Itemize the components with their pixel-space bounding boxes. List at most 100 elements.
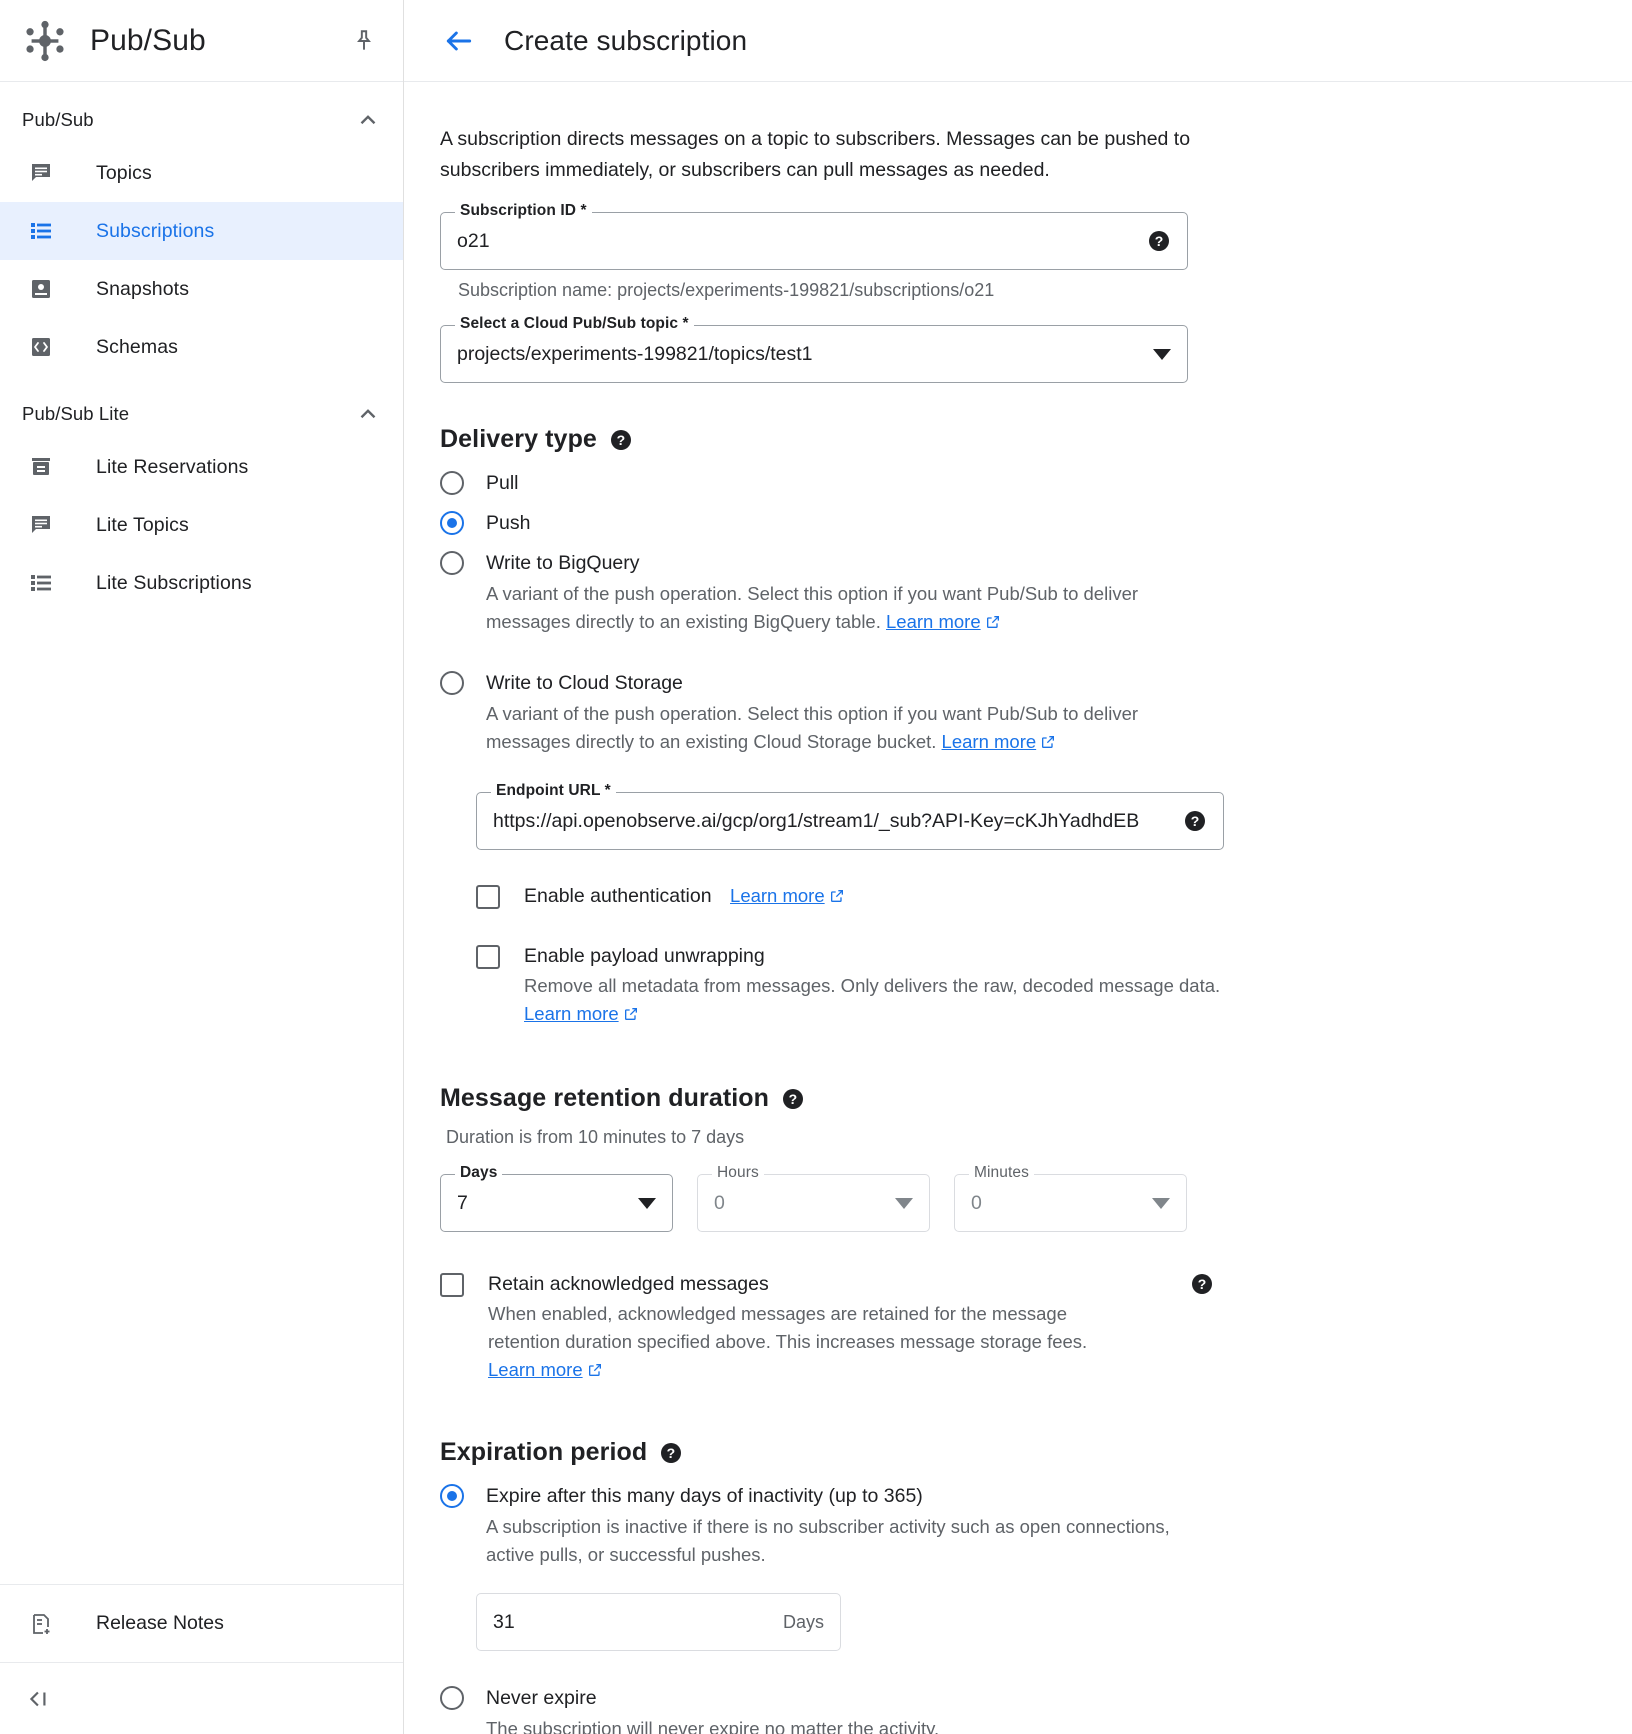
radio-write-to-bigquery[interactable] — [440, 551, 464, 575]
sidebar-item-label: Topics — [96, 162, 152, 185]
topic-select-field[interactable]: Select a Cloud Pub/Sub topic * projects/… — [440, 325, 1188, 383]
chevron-down-icon[interactable] — [1152, 1198, 1170, 1209]
delivery-option-label: Push — [486, 512, 530, 534]
svg-text:?: ? — [1198, 1276, 1207, 1292]
delivery-option-pull[interactable]: Pull — [440, 468, 1632, 498]
delivery-option-desc: A variant of the push operation. Select … — [486, 700, 1196, 758]
back-arrow-icon[interactable] — [440, 22, 478, 60]
retention-minutes-label: Minutes — [969, 1164, 1034, 1182]
checkbox-enable-authentication[interactable] — [476, 885, 500, 909]
checkbox-retain-acknowledged-messages[interactable] — [440, 1273, 464, 1297]
retention-minutes-value[interactable]: 0 — [971, 1192, 1144, 1215]
radio-push[interactable] — [440, 511, 464, 535]
retain-acknowledged-label: Retain acknowledged messages — [488, 1270, 1128, 1298]
delivery-option-bigquery[interactable]: Write to BigQuery A variant of the push … — [440, 548, 1632, 638]
expiration-period-title: Expiration period — [440, 1438, 647, 1467]
page-content: A subscription directs messages on a top… — [404, 82, 1632, 1734]
expiration-days-field[interactable]: 31 Days — [476, 1593, 841, 1651]
endpoint-url-field[interactable]: Endpoint URL * https://api.openobserve.a… — [476, 792, 1224, 850]
sidebar-item-lite-subscriptions[interactable]: Lite Subscriptions — [0, 554, 403, 612]
release-notes-label: Release Notes — [96, 1612, 224, 1635]
release-notes-icon — [28, 1611, 54, 1637]
page-title: Create subscription — [504, 25, 747, 57]
expiration-option-never[interactable]: Never expire The subscription will never… — [440, 1683, 1632, 1734]
subscription-id-input[interactable]: o21 — [457, 230, 1137, 253]
svg-text:?: ? — [789, 1091, 798, 1107]
retention-days-value[interactable]: 7 — [457, 1192, 630, 1215]
learn-more-link[interactable]: Learn more — [886, 611, 981, 632]
subscription-id-field[interactable]: Subscription ID * o21 ? — [440, 212, 1188, 270]
chevron-down-icon[interactable] — [638, 1198, 656, 1209]
chevron-down-icon[interactable] — [895, 1198, 913, 1209]
retention-duration-fields: Days 7 Hours 0 Minutes 0 — [440, 1174, 1632, 1232]
expiration-days-input[interactable]: 31 — [493, 1611, 783, 1634]
sidebar-product-title: Pub/Sub — [90, 24, 347, 58]
enable-authentication-row[interactable]: Enable authentication Learn more — [476, 882, 1632, 910]
topics-icon — [28, 160, 54, 186]
delivery-option-cloud-storage[interactable]: Write to Cloud Storage A variant of the … — [440, 668, 1632, 758]
help-icon[interactable]: ? — [1190, 1272, 1214, 1296]
lite-reservations-icon — [28, 454, 54, 480]
help-icon[interactable]: ? — [1183, 809, 1207, 833]
retain-acknowledged-row[interactable]: Retain acknowledged messages When enable… — [440, 1270, 1240, 1386]
delivery-type-heading: Delivery type ? — [440, 425, 1632, 454]
retention-days-field[interactable]: Days 7 — [440, 1174, 673, 1232]
enable-payload-unwrapping-label: Enable payload unwrapping — [524, 942, 1220, 970]
desc-text: When enabled, acknowledged messages are … — [488, 1303, 1087, 1352]
external-link-icon — [623, 1002, 639, 1030]
checkbox-enable-payload-unwrapping[interactable] — [476, 945, 500, 969]
pin-icon[interactable] — [347, 24, 381, 58]
expiration-option-expire[interactable]: Expire after this many days of inactivit… — [440, 1481, 1632, 1569]
topic-select-value[interactable]: projects/experiments-199821/topics/test1 — [457, 343, 1145, 366]
sidebar-item-label: Lite Subscriptions — [96, 572, 252, 595]
sidebar-item-subscriptions[interactable]: Subscriptions — [0, 202, 403, 260]
help-icon[interactable]: ? — [609, 428, 633, 452]
retention-hours-field[interactable]: Hours 0 — [697, 1174, 930, 1232]
sidebar-group-pubsub[interactable]: Pub/Sub — [0, 96, 403, 144]
chevron-down-icon[interactable] — [1153, 349, 1171, 360]
sidebar-item-label: Lite Topics — [96, 514, 189, 537]
retention-minutes-field[interactable]: Minutes 0 — [954, 1174, 1187, 1232]
delivery-option-push[interactable]: Push — [440, 508, 1632, 538]
sidebar-item-lite-reservations[interactable]: Lite Reservations — [0, 438, 403, 496]
help-icon[interactable]: ? — [659, 1441, 683, 1465]
expiration-option-desc: A subscription is inactive if there is n… — [486, 1513, 1196, 1569]
learn-more-link[interactable]: Learn more — [942, 731, 1037, 752]
desc-text: A variant of the push operation. Select … — [486, 583, 1138, 632]
app-root: Pub/Sub Pub/Sub Topics — [0, 0, 1632, 1734]
svg-text:?: ? — [1155, 233, 1164, 249]
help-icon[interactable]: ? — [781, 1087, 805, 1111]
sidebar-group-pubsub-lite[interactable]: Pub/Sub Lite — [0, 390, 403, 438]
collapse-sidebar-button[interactable] — [0, 1662, 403, 1734]
help-icon[interactable]: ? — [1147, 229, 1171, 253]
message-retention-heading: Message retention duration ? — [440, 1084, 1632, 1113]
page-header: Create subscription — [404, 0, 1632, 82]
learn-more-link[interactable]: Learn more — [488, 1359, 583, 1380]
pubsub-logo-icon — [22, 18, 68, 64]
retention-hours-label: Hours — [712, 1164, 764, 1182]
radio-expire-after-days[interactable] — [440, 1484, 464, 1508]
sidebar-item-label: Schemas — [96, 336, 178, 359]
enable-authentication-label: Enable authentication — [524, 885, 712, 907]
external-link-icon — [587, 1358, 603, 1386]
external-link-icon — [829, 888, 845, 909]
sidebar-item-schemas[interactable]: Schemas — [0, 318, 403, 376]
delivery-option-label: Write to Cloud Storage — [486, 668, 1196, 698]
sidebar-nav: Pub/Sub Topics Su — [0, 82, 403, 1584]
radio-pull[interactable] — [440, 471, 464, 495]
sidebar-item-lite-topics[interactable]: Lite Topics — [0, 496, 403, 554]
enable-payload-unwrapping-row[interactable]: Enable payload unwrapping Remove all met… — [476, 942, 1632, 1030]
radio-never-expire[interactable] — [440, 1686, 464, 1710]
expiration-days-suffix: Days — [783, 1612, 824, 1633]
learn-more-link[interactable]: Learn more — [524, 1003, 619, 1024]
sidebar: Pub/Sub Pub/Sub Topics — [0, 0, 404, 1734]
release-notes-item[interactable]: Release Notes — [0, 1584, 403, 1662]
endpoint-url-input[interactable]: https://api.openobserve.ai/gcp/org1/stre… — [493, 810, 1173, 833]
sidebar-item-snapshots[interactable]: Snapshots — [0, 260, 403, 318]
radio-write-to-cloud-storage[interactable] — [440, 671, 464, 695]
retention-hours-value[interactable]: 0 — [714, 1192, 887, 1215]
endpoint-url-label: Endpoint URL * — [491, 782, 616, 800]
learn-more-link[interactable]: Learn more — [730, 885, 825, 906]
lite-subscriptions-icon — [28, 570, 54, 596]
sidebar-item-topics[interactable]: Topics — [0, 144, 403, 202]
